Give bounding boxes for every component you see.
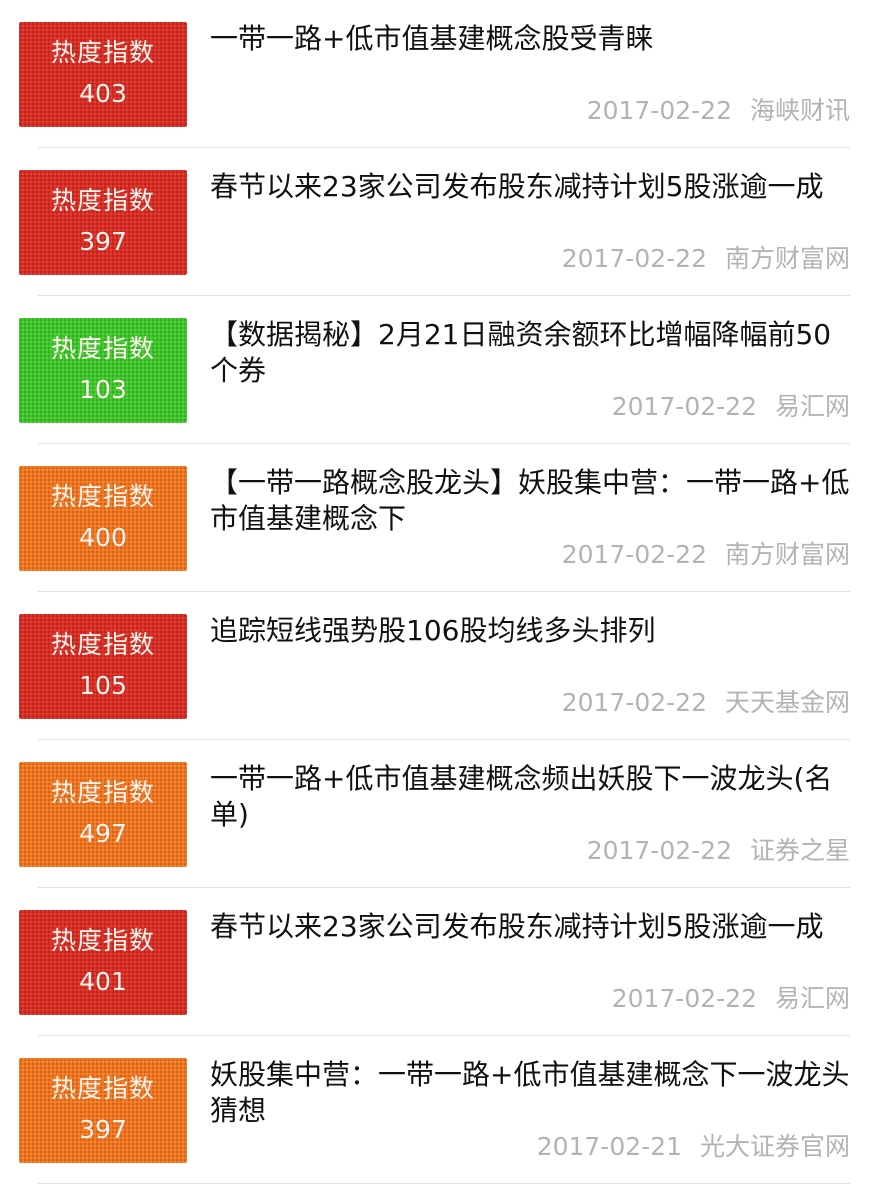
news-item[interactable]: 热度指数 105 追踪短线强势股106股均线多头排列 2017-02-22 天天基… — [0, 592, 870, 740]
news-meta: 2017-02-22 海峡财讯 — [587, 96, 850, 126]
news-item[interactable]: 热度指数 403 一带一路+低市值基建概念股受青睐 2017-02-22 海峡财讯 — [0, 0, 870, 148]
news-meta: 2017-02-22 易汇网 — [612, 984, 850, 1014]
heat-index-label: 热度指数 — [50, 1074, 155, 1103]
news-source: 南方财富网 — [724, 540, 850, 569]
news-item[interactable]: 热度指数 103 【数据揭秘】2月21日融资余额环比增幅降幅前50个券 2017… — [0, 296, 870, 444]
news-date: 2017-02-22 — [611, 392, 757, 421]
heat-index-value: 401 — [79, 967, 127, 996]
news-date: 2017-02-22 — [611, 984, 757, 1013]
heat-index-label: 热度指数 — [50, 926, 155, 955]
heat-index-badge: 热度指数 403 — [19, 22, 187, 127]
news-title[interactable]: 妖股集中营：一带一路+低市值基建概念下一波龙头猜想 — [210, 1057, 850, 1129]
news-source: 证券之星 — [749, 836, 850, 865]
news-source: 光大证券官网 — [699, 1132, 850, 1161]
news-source: 南方财富网 — [724, 244, 850, 273]
news-meta: 2017-02-22 天天基金网 — [562, 688, 850, 718]
news-source: 易汇网 — [774, 392, 850, 421]
heat-index-value: 105 — [79, 671, 127, 700]
news-meta: 2017-02-22 南方财富网 — [562, 540, 850, 570]
heat-index-label: 热度指数 — [50, 778, 155, 807]
heat-index-label: 热度指数 — [50, 630, 155, 659]
heat-index-value: 397 — [79, 1115, 127, 1144]
news-title[interactable]: 一带一路+低市值基建概念频出妖股下一波龙头(名单) — [210, 761, 850, 833]
news-date: 2017-02-22 — [586, 836, 732, 865]
heat-index-value: 103 — [79, 375, 127, 404]
news-title[interactable]: 【一带一路概念股龙头】妖股集中营：一带一路+低市值基建概念下 — [210, 465, 850, 537]
news-title[interactable]: 【数据揭秘】2月21日融资余额环比增幅降幅前50个券 — [210, 317, 850, 389]
heat-index-badge: 热度指数 397 — [19, 1058, 187, 1163]
heat-index-value: 397 — [79, 227, 127, 256]
heat-index-label: 热度指数 — [50, 186, 155, 215]
news-source: 天天基金网 — [724, 688, 850, 717]
news-date: 2017-02-22 — [561, 244, 707, 273]
news-title[interactable]: 追踪短线强势股106股均线多头排列 — [210, 613, 850, 649]
news-source: 海峡财讯 — [749, 96, 850, 125]
news-date: 2017-02-22 — [561, 540, 707, 569]
news-meta: 2017-02-21 光大证券官网 — [537, 1132, 850, 1162]
news-title[interactable]: 春节以来23家公司发布股东减持计划5股涨逾一成 — [210, 169, 850, 205]
heat-index-badge: 热度指数 400 — [19, 466, 187, 571]
news-item[interactable]: 热度指数 400 【一带一路概念股龙头】妖股集中营：一带一路+低市值基建概念下 … — [0, 444, 870, 592]
heat-index-label: 热度指数 — [50, 482, 155, 511]
news-date: 2017-02-22 — [586, 96, 732, 125]
news-item[interactable]: 热度指数 397 妖股集中营：一带一路+低市值基建概念下一波龙头猜想 2017-… — [0, 1036, 870, 1184]
news-date: 2017-02-21 — [536, 1132, 682, 1161]
news-list: 热度指数 403 一带一路+低市值基建概念股受青睐 2017-02-22 海峡财讯… — [0, 0, 870, 1184]
heat-index-label: 热度指数 — [50, 334, 155, 363]
heat-index-badge: 热度指数 105 — [19, 614, 187, 719]
news-title[interactable]: 一带一路+低市值基建概念股受青睐 — [210, 21, 850, 57]
heat-index-badge: 热度指数 397 — [19, 170, 187, 275]
heat-index-value: 400 — [79, 523, 127, 552]
news-date: 2017-02-22 — [561, 688, 707, 717]
news-meta: 2017-02-22 南方财富网 — [562, 244, 850, 274]
news-item[interactable]: 热度指数 497 一带一路+低市值基建概念频出妖股下一波龙头(名单) 2017-… — [0, 740, 870, 888]
news-meta: 2017-02-22 证券之星 — [587, 836, 850, 866]
heat-index-badge: 热度指数 401 — [19, 910, 187, 1015]
news-item[interactable]: 热度指数 401 春节以来23家公司发布股东减持计划5股涨逾一成 2017-02… — [0, 888, 870, 1036]
heat-index-badge: 热度指数 497 — [19, 762, 187, 867]
news-title[interactable]: 春节以来23家公司发布股东减持计划5股涨逾一成 — [210, 909, 850, 945]
news-item[interactable]: 热度指数 397 春节以来23家公司发布股东减持计划5股涨逾一成 2017-02… — [0, 148, 870, 296]
heat-index-value: 497 — [79, 819, 127, 848]
news-source: 易汇网 — [774, 984, 850, 1013]
news-meta: 2017-02-22 易汇网 — [612, 392, 850, 422]
heat-index-label: 热度指数 — [50, 38, 155, 67]
heat-index-badge: 热度指数 103 — [19, 318, 187, 423]
heat-index-value: 403 — [79, 79, 127, 108]
